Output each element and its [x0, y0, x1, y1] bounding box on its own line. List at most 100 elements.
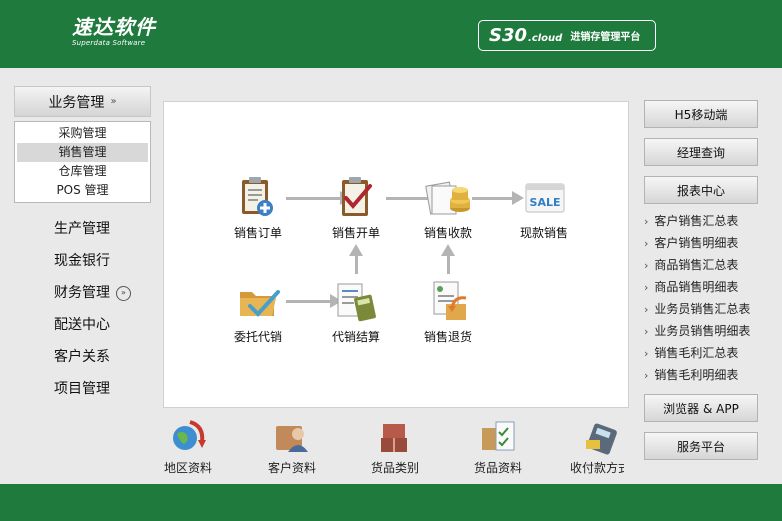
brand-subtitle: 进销存管理平台 [570, 32, 641, 43]
menu-business-management-label: 业务管理 [48, 94, 105, 111]
chevron-right-icon: › [644, 281, 649, 294]
business-submenu: 采购管理 销售管理 仓库管理 POS 管理 [14, 121, 151, 203]
shortcut-payment-method-label: 收付款方式 [569, 461, 624, 475]
report-link[interactable]: › 商品销售明细表 [644, 276, 759, 298]
report-link-label: 业务员销售汇总表 [654, 302, 751, 316]
node-sales-return-label: 销售退货 [423, 330, 472, 344]
flow-arrow [447, 254, 450, 274]
product-brand: S30 .cloud 进销存管理平台 [478, 20, 656, 51]
right-panel: H5移动端 经理查询 报表中心 › 客户销售汇总表 › 客户销售明细表 › 商品销售汇… [644, 100, 759, 460]
superdata-logo: 速达软件 Superdata Software [72, 16, 156, 47]
chevron-right-icon: › [644, 259, 649, 272]
node-cash-sales[interactable]: SALE 现款销售 [504, 174, 584, 241]
sale-tag-icon: SALE [525, 183, 565, 213]
menu-finance-label: 财务管理 [54, 285, 110, 301]
shortcut-goods-data[interactable]: 货品资料 [458, 418, 538, 476]
h5-mobile-button[interactable]: H5移动端 [644, 100, 758, 128]
submenu-purchase[interactable]: 采购管理 [17, 124, 148, 143]
node-consignment-settle[interactable]: 代销结算 [316, 278, 396, 345]
node-sales-order[interactable]: 销售订单 [218, 174, 298, 241]
chevron-right-icon: › [644, 325, 649, 338]
shortcut-goods-category-label: 货品类别 [370, 461, 419, 475]
brand-name: S30 [489, 25, 528, 46]
flow-arrow [355, 254, 358, 274]
report-link[interactable]: › 销售毛利明细表 [644, 364, 759, 386]
report-link[interactable]: › 业务员销售汇总表 [644, 298, 759, 320]
package-checklist-icon [482, 421, 515, 451]
menu-crm-label: 客户关系 [54, 349, 110, 365]
report-link-label: 商品销售明细表 [654, 280, 739, 294]
shortcut-region-data[interactable]: 地区资料 [160, 418, 228, 476]
node-sales-invoice-label: 销售开单 [331, 226, 380, 240]
menu-crm[interactable]: 客户关系 [14, 341, 151, 373]
report-link-label: 销售毛利明细表 [654, 368, 739, 382]
node-sales-receipt-label: 销售收款 [423, 226, 472, 240]
shortcut-payment-method[interactable]: 收付款方式 [560, 418, 624, 476]
service-platform-button[interactable]: 服务平台 [644, 432, 758, 460]
menu-production-label: 生产管理 [54, 221, 110, 237]
report-link[interactable]: › 业务员销售明细表 [644, 320, 759, 342]
node-consignment[interactable]: 委托代销 [218, 278, 298, 345]
brand-suffix: .cloud [528, 32, 563, 44]
browser-app-button[interactable]: 浏览器 & APP [644, 394, 758, 422]
node-sales-receipt[interactable]: 销售收款 [408, 174, 488, 241]
shortcut-customer-data-label: 客户资料 [267, 461, 316, 475]
shortcut-region-data-label: 地区资料 [163, 461, 212, 475]
node-consignment-settle-label: 代销结算 [331, 330, 380, 344]
menu-production[interactable]: 生产管理 [14, 213, 151, 245]
report-link[interactable]: › 客户销售汇总表 [644, 210, 759, 232]
menu-distribution[interactable]: 配送中心 [14, 309, 151, 341]
sales-workflow-panel: 销售订单 销售开单 销售收款 SALE 现款销售 委托代销 代销结算 销售退货 [163, 101, 629, 408]
menu-distribution-label: 配送中心 [54, 317, 110, 333]
logo-en-text: Superdata Software [72, 39, 146, 47]
node-consignment-label: 委托代销 [233, 330, 282, 344]
node-sales-order-label: 销售订单 [233, 226, 282, 240]
menu-project[interactable]: 项目管理 [14, 373, 151, 405]
submenu-warehouse[interactable]: 仓库管理 [17, 162, 148, 181]
report-link[interactable]: › 销售毛利汇总表 [644, 342, 759, 364]
arrowhead-icon [349, 244, 363, 256]
menu-cash-bank[interactable]: 现金银行 [14, 245, 151, 277]
documents-coins-icon [425, 181, 470, 215]
logo-cn-text: 速达软件 [72, 15, 156, 39]
report-center-button[interactable]: 报表中心 [644, 176, 758, 204]
menu-project-label: 项目管理 [54, 381, 110, 397]
report-link[interactable]: › 商品销售汇总表 [644, 254, 759, 276]
submenu-pos[interactable]: POS 管理 [17, 181, 148, 200]
shortcut-customer-data[interactable]: 客户资料 [252, 418, 332, 476]
calculator-document-icon [337, 283, 376, 322]
node-sales-return[interactable]: 销售退货 [408, 278, 488, 345]
report-link-label: 业务员销售明细表 [654, 324, 751, 338]
chevron-right-icon: › [644, 347, 649, 360]
menu-business-management[interactable]: 业务管理 » [14, 86, 151, 117]
arrowhead-icon [441, 244, 455, 256]
chevron-right-icon: › [644, 215, 649, 228]
clipboard-check-icon [342, 177, 372, 216]
expand-circle-icon[interactable]: » [116, 285, 131, 301]
report-list: › 客户销售汇总表 › 客户销售明细表 › 商品销售汇总表 › 商品销售明细表 › 业务员… [644, 210, 759, 386]
report-link-label: 销售毛利汇总表 [654, 346, 739, 360]
node-cash-sales-label: 现款销售 [519, 226, 568, 240]
menu-cash-bank-label: 现金银行 [54, 253, 110, 269]
globe-arrow-icon [173, 420, 206, 450]
shortcut-goods-data-label: 货品资料 [473, 461, 522, 475]
boxes-icon [381, 424, 407, 452]
node-sales-invoice[interactable]: 销售开单 [316, 174, 396, 241]
manager-query-button[interactable]: 经理查询 [644, 138, 758, 166]
chevron-right-icon: › [644, 369, 649, 382]
report-link[interactable]: › 客户销售明细表 [644, 232, 759, 254]
document-return-icon [433, 281, 467, 320]
chevron-right-icon: › [644, 237, 649, 250]
card-terminal-icon [586, 423, 617, 455]
chevron-right-icon: › [644, 303, 649, 316]
shortcut-goods-category[interactable]: 货品类别 [355, 418, 435, 476]
report-link-label: 商品销售汇总表 [654, 258, 739, 272]
basic-data-shortcuts: 地区资料 客户资料 货品类别 货品资料 收付款方式 [160, 414, 624, 476]
left-navigation: 业务管理 » 采购管理 销售管理 仓库管理 POS 管理 生产管理 现金银行 财… [14, 86, 151, 405]
submenu-sales[interactable]: 销售管理 [17, 143, 148, 162]
app-header: 速达软件 Superdata Software S30 .cloud 进销存管理… [0, 0, 782, 68]
double-chevron-down-icon: » [110, 96, 117, 107]
menu-finance[interactable]: 财务管理 » [14, 277, 151, 309]
contact-card-icon [276, 426, 308, 452]
folder-check-icon [240, 290, 280, 317]
